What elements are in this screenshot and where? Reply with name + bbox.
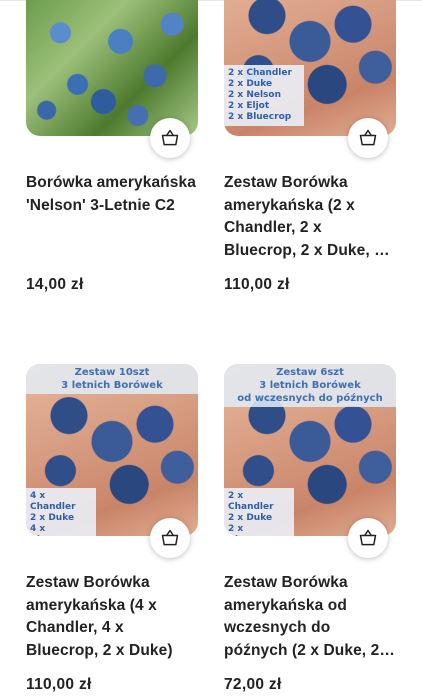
banner-line: od wczesnych do późnych bbox=[237, 393, 383, 404]
banner-line: 3 letnich Borówek bbox=[259, 380, 361, 391]
variety-line: 2 x Duke bbox=[228, 79, 273, 89]
basket-icon bbox=[359, 529, 377, 546]
variety-line: 4 x Chandler bbox=[30, 491, 76, 512]
product-image[interactable]: Zestaw 6szt 3 letnich Borówek od wczesny… bbox=[224, 364, 396, 558]
product-price: 72,00 zł bbox=[224, 676, 282, 693]
add-to-cart-button[interactable] bbox=[348, 118, 388, 158]
blueberries-in-hand-photo: Zestaw 10szt 3 letnich Borówek 4 x Chand… bbox=[26, 364, 198, 536]
variety-line: 2 x Chandler bbox=[228, 68, 292, 78]
banner-line: 3 letnich Borówek bbox=[61, 380, 163, 391]
product-price: 110,00 zł bbox=[26, 676, 92, 693]
product-card[interactable]: 2 x Chandler 2 x Duke 2 x Nelson 2 x Elj… bbox=[224, 0, 396, 294]
product-price: 110,00 zł bbox=[224, 276, 290, 293]
variety-list: 2 x Chandler 2 x Duke 2 x Bluecrop bbox=[224, 488, 294, 536]
product-image[interactable]: 2 x Chandler 2 x Duke 2 x Nelson 2 x Elj… bbox=[224, 0, 396, 158]
product-image[interactable]: Zestaw 10szt 3 letnich Borówek 4 x Chand… bbox=[26, 364, 198, 558]
product-card[interactable]: Zestaw 10szt 3 letnich Borówek 4 x Chand… bbox=[26, 364, 198, 694]
blueberries-in-hand-photo: 2 x Chandler 2 x Duke 2 x Nelson 2 x Elj… bbox=[224, 0, 396, 136]
add-to-cart-button[interactable] bbox=[150, 518, 190, 558]
product-title[interactable]: Borówka amerykańska 'Nelson' 3-Letnie C2 bbox=[26, 172, 198, 262]
product-title[interactable]: Zestaw Borówka amerykańska (2 x Chandler… bbox=[224, 172, 396, 262]
variety-list: 2 x Chandler 2 x Duke 2 x Nelson 2 x Elj… bbox=[224, 65, 304, 126]
basket-icon bbox=[161, 129, 179, 146]
image-banner: Zestaw 10szt 3 letnich Borówek bbox=[26, 364, 198, 394]
variety-line: 2 x Eljot bbox=[228, 101, 270, 111]
variety-line: 2 x Nelson bbox=[228, 90, 282, 100]
product-grid: Borówka amerykańska 'Nelson' 3-Letnie C2… bbox=[0, 0, 422, 699]
basket-icon bbox=[161, 529, 179, 546]
add-to-cart-button[interactable] bbox=[150, 118, 190, 158]
image-banner: Zestaw 6szt 3 letnich Borówek od wczesny… bbox=[224, 364, 396, 407]
variety-list: 4 x Chandler 2 x Duke 4 x Bluecrop bbox=[26, 488, 96, 536]
product-title[interactable]: Zestaw Borówka amerykańska od wczesnych … bbox=[224, 572, 396, 662]
variety-line: 2 x Chandler bbox=[228, 491, 274, 512]
variety-line: 2 x Duke bbox=[228, 513, 273, 523]
blueberry-bush-photo bbox=[26, 0, 198, 136]
banner-line: Zestaw 6szt bbox=[276, 367, 344, 378]
product-image[interactable] bbox=[26, 0, 198, 158]
product-title[interactable]: Zestaw Borówka amerykańska (4 x Chandler… bbox=[26, 572, 198, 662]
variety-line: 2 x Bluecrop bbox=[228, 524, 273, 536]
variety-line: 4 x Bluecrop bbox=[30, 524, 75, 536]
product-card[interactable]: Borówka amerykańska 'Nelson' 3-Letnie C2… bbox=[26, 0, 198, 294]
variety-line: 2 x Duke bbox=[30, 513, 75, 523]
product-price: 14,00 zł bbox=[26, 276, 84, 293]
product-card[interactable]: Zestaw 6szt 3 letnich Borówek od wczesny… bbox=[224, 364, 396, 694]
banner-line: Zestaw 10szt bbox=[74, 367, 150, 378]
basket-icon bbox=[359, 129, 377, 146]
blueberries-in-hand-photo: Zestaw 6szt 3 letnich Borówek od wczesny… bbox=[224, 364, 396, 536]
variety-line: 2 x Bluecrop bbox=[228, 112, 292, 122]
add-to-cart-button[interactable] bbox=[348, 518, 388, 558]
